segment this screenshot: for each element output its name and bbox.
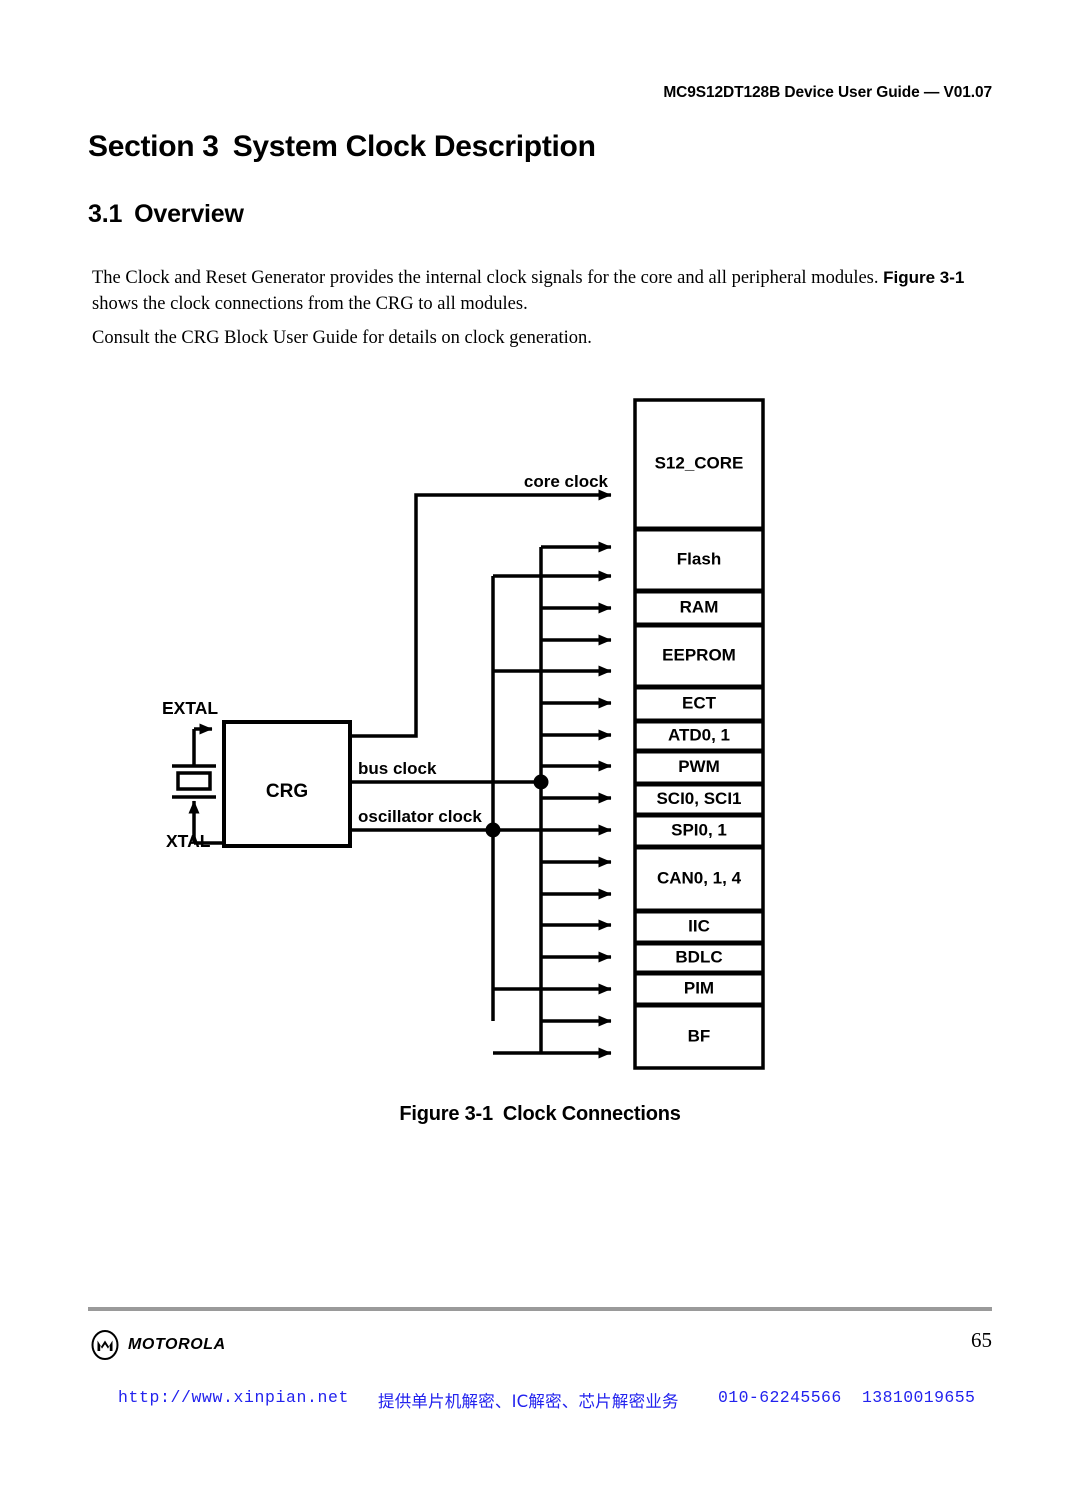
module-label: BF: [688, 1026, 711, 1045]
module-label: EEPROM: [662, 645, 736, 664]
paragraph-1-part-a: The Clock and Reset Generator provides t…: [92, 268, 884, 288]
module-box: [633, 590, 765, 626]
watermark-services-text: 提供单片机解密、IC解密、芯片解密业务: [378, 1392, 679, 1411]
module-label: S12_CORE: [655, 453, 744, 472]
figure-caption-title: Clock Connections: [502, 1103, 681, 1125]
module-box: [633, 528, 765, 592]
crystal-body: [176, 771, 212, 791]
footer-divider: [88, 1307, 992, 1311]
figure-cross-reference: Figure 3-1: [883, 268, 965, 287]
module-label: Flash: [677, 549, 721, 568]
module-label: PWM: [678, 757, 720, 776]
watermark-url[interactable]: http://www.xinpian.net: [118, 1388, 349, 1407]
module-label: CAN0, 1, 4: [657, 868, 742, 887]
module-label: SPI0, 1: [671, 820, 727, 839]
module-label: BDLC: [675, 947, 722, 966]
xtal-label: XTAL: [166, 831, 211, 851]
paragraph-1-part-b: shows the clock connections from the CRG…: [92, 294, 528, 314]
bus-clock-junction-dot: [533, 774, 549, 790]
body-paragraph-2: Consult the CRG Block User Guide for det…: [92, 328, 592, 348]
module-label: ATD0, 1: [668, 725, 730, 744]
module-box: [633, 814, 765, 848]
module-label: RAM: [680, 597, 719, 616]
module-box: [633, 686, 765, 722]
extal-label: EXTAL: [162, 698, 218, 718]
motorola-wordmark: MOTOROLA: [128, 1336, 226, 1353]
module-label: PIM: [684, 978, 714, 997]
module-stack-border: [633, 398, 765, 1070]
watermark-phone-mobile: 13810019655: [862, 1388, 976, 1407]
module-box: [633, 624, 765, 688]
module-box: [633, 1004, 765, 1070]
module-box: [633, 910, 765, 944]
module-label: IIC: [688, 916, 710, 935]
page-number: 65: [971, 1328, 992, 1352]
body-paragraph-1: The Clock and Reset Generator provides t…: [92, 265, 992, 317]
module-box: [633, 750, 765, 785]
document-page: MC9S12DT128B Device User Guide — V01.07 …: [0, 0, 1080, 1485]
document-header: MC9S12DT128B Device User Guide — V01.07: [663, 84, 992, 101]
oscillator-clock-label: oscillator clock: [358, 807, 482, 826]
module-box: [633, 720, 765, 752]
module-label: ECT: [682, 693, 717, 712]
module-box: [633, 972, 765, 1006]
module-box: [633, 846, 765, 912]
figure-caption-number: Figure 3-1: [399, 1103, 493, 1125]
module-stack: [633, 398, 765, 1070]
crg-block: [222, 720, 352, 848]
watermark-phone-landline: 010-62245566: [718, 1388, 842, 1407]
figure-caption: Figure 3-1 Clock Connections: [0, 1103, 1080, 1126]
crg-block-label: CRG: [266, 781, 308, 802]
module-box: [633, 398, 765, 530]
module-labels: S12_CORE Flash RAM EEPROM ECT ATD0, 1 PWM SCI0,…: [655, 453, 744, 1045]
oscillator-clock-junction-dot: [485, 822, 501, 838]
core-clock-wire: [350, 489, 612, 738]
section-title-text: System Clock Description: [232, 130, 596, 163]
core-clock-label: core clock: [524, 472, 609, 491]
module-box: [633, 783, 765, 816]
subsection-heading: 3.1 Overview: [88, 200, 244, 229]
section-number: Section 3: [88, 130, 219, 163]
subsection-number: 3.1: [88, 200, 123, 228]
section-heading: Section 3 System Clock Description: [88, 130, 596, 164]
subsection-title-text: Overview: [134, 200, 244, 228]
motorola-logo: MOTOROLA: [90, 1330, 226, 1360]
module-label: SCI0, SCI1: [656, 789, 741, 808]
bus-clock-label: bus clock: [358, 759, 437, 778]
clock-arrows: [493, 541, 612, 1059]
motorola-m-icon: [91, 1330, 119, 1360]
module-box: [633, 942, 765, 974]
